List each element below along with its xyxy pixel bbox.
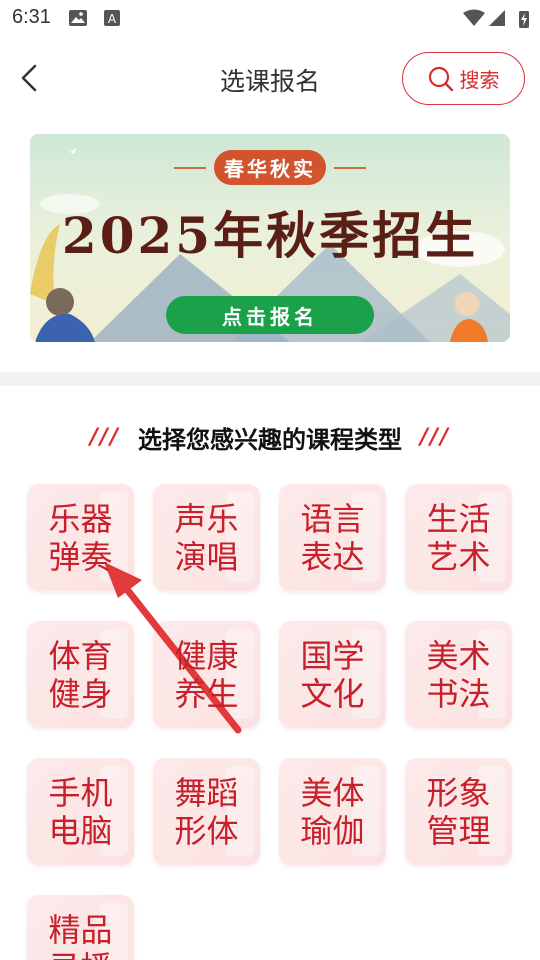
banner-tag-line-left bbox=[174, 166, 206, 169]
search-button-label: 搜索 bbox=[459, 68, 500, 92]
section-title: 选择您感兴趣的课程类型 bbox=[138, 425, 402, 454]
search-button[interactable]: 搜索 bbox=[402, 52, 525, 105]
app-header: 选课报名 搜索 bbox=[0, 44, 540, 114]
heading-decor-right: /// bbox=[420, 424, 451, 450]
banner-tag: 春华秋实 bbox=[214, 150, 326, 185]
category-tile[interactable]: 生活艺术 bbox=[405, 484, 512, 591]
category-tile[interactable]: 美体瑜伽 bbox=[279, 758, 386, 865]
category-tile[interactable]: 手机电脑 bbox=[27, 758, 134, 865]
category-tile[interactable]: 健康养生 bbox=[153, 621, 260, 728]
svg-text:A: A bbox=[108, 12, 117, 26]
category-label: 精品录播 bbox=[48, 910, 113, 960]
heading-decor-left: /// bbox=[89, 424, 120, 450]
category-label: 美体瑜伽 bbox=[300, 773, 365, 850]
banner-headline: 2025年秋季招生 bbox=[61, 206, 479, 265]
category-tile[interactable]: 乐器弹奏 bbox=[27, 484, 134, 591]
category-tile[interactable]: 语言表达 bbox=[279, 484, 386, 591]
category-label: 体育健身 bbox=[48, 636, 113, 713]
category-label: 乐器弹奏 bbox=[48, 499, 113, 576]
banner-tag-row: 春华秋实 bbox=[30, 150, 510, 185]
section-divider bbox=[0, 372, 540, 386]
category-label: 美术书法 bbox=[426, 636, 491, 713]
category-label: 生活艺术 bbox=[426, 499, 491, 576]
category-label: 声乐演唱 bbox=[174, 499, 239, 576]
category-label: 舞蹈形体 bbox=[174, 773, 239, 850]
category-tile[interactable]: 体育健身 bbox=[27, 621, 134, 728]
banner-enroll-button[interactable]: 点击报名 bbox=[166, 296, 374, 334]
category-tile[interactable]: 形象管理 bbox=[405, 758, 512, 865]
category-label: 国学文化 bbox=[300, 636, 365, 713]
category-tile[interactable]: 精品录播 bbox=[27, 895, 134, 960]
wifi-icon bbox=[463, 9, 485, 26]
image-notification-icon bbox=[69, 10, 87, 26]
category-label: 健康养生 bbox=[174, 636, 239, 713]
status-bar: 6:31 A bbox=[0, 0, 540, 36]
category-tile[interactable]: 舞蹈形体 bbox=[153, 758, 260, 865]
category-tile[interactable]: 声乐演唱 bbox=[153, 484, 260, 591]
category-tile[interactable]: 美术书法 bbox=[405, 621, 512, 728]
signal-icon bbox=[489, 10, 505, 26]
category-tile[interactable]: 国学文化 bbox=[279, 621, 386, 728]
category-label: 手机电脑 bbox=[48, 773, 113, 850]
promo-banner[interactable]: 春华秋实 2025年秋季招生 点击报名 bbox=[30, 134, 510, 342]
category-label: 形象管理 bbox=[426, 773, 491, 850]
search-icon bbox=[428, 66, 453, 91]
status-time: 6:31 bbox=[12, 6, 51, 28]
battery-icon bbox=[519, 11, 529, 28]
text-notification-icon: A bbox=[104, 10, 120, 26]
section-heading: /// 选择您感兴趣的课程类型 /// bbox=[0, 417, 540, 457]
category-label: 语言表达 bbox=[300, 499, 365, 576]
banner-tag-line-right bbox=[334, 166, 366, 169]
